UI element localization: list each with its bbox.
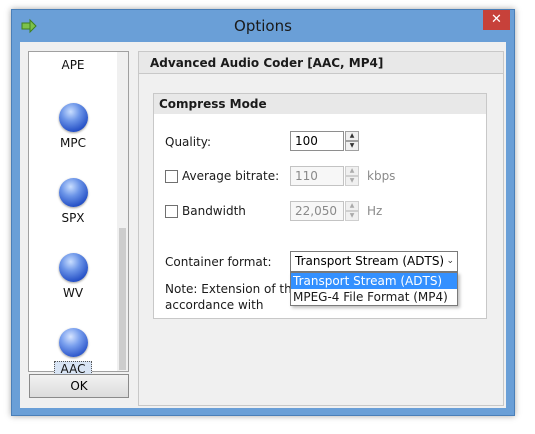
format-label: MPC <box>60 136 86 150</box>
blue-orb-icon <box>58 253 88 282</box>
format-label: APE <box>61 58 85 72</box>
format-list[interactable]: APE MPC SPX WV AAC <box>28 51 129 377</box>
selected-value: Transport Stream (ADTS) <box>295 254 445 268</box>
bandwidth-input[interactable]: 22,050 <box>290 201 344 221</box>
spin-down-icon[interactable]: ▼ <box>345 141 359 151</box>
format-item-mpc[interactable]: MPC <box>29 103 117 150</box>
panel-header: Advanced Audio Coder [AAC, MP4] <box>139 52 503 74</box>
bandwidth-checkbox[interactable] <box>165 205 178 218</box>
title-bar[interactable]: Options ✕ <box>12 10 514 42</box>
extension-note: Note: Extension of the accordance with s… <box>165 282 299 315</box>
bandwidth-spinner[interactable]: ▲ ▼ <box>345 201 359 221</box>
container-format-dropdown[interactable]: Transport Stream (ADTS) MPEG-4 File Form… <box>290 272 458 306</box>
close-button[interactable]: ✕ <box>483 10 510 30</box>
format-item-ape[interactable]: APE <box>29 58 117 72</box>
hz-unit: Hz <box>367 204 383 218</box>
blue-orb-icon <box>58 103 88 132</box>
average-bitrate-label: Average bitrate: <box>182 169 280 183</box>
scrollbar-thumb[interactable] <box>119 228 126 370</box>
dropdown-option[interactable]: MPEG-4 File Format (MP4) <box>291 289 457 305</box>
ok-button[interactable]: OK <box>29 374 129 398</box>
average-bitrate-spinner[interactable]: ▲ ▼ <box>345 166 359 186</box>
container-format-label: Container format: <box>165 255 272 269</box>
quality-label: Quality: <box>165 135 212 149</box>
settings-panel: Advanced Audio Coder [AAC, MP4] Compress… <box>138 51 504 406</box>
options-window: Options ✕ APE MPC SPX WV AAC OK Advanced… <box>11 9 515 416</box>
format-item-aac[interactable]: AAC <box>29 328 117 377</box>
spin-down-icon[interactable]: ▼ <box>345 211 359 221</box>
blue-orb-icon <box>58 328 88 357</box>
container-format-select[interactable]: Transport Stream (ADTS) ⌄ <box>290 251 458 272</box>
blue-orb-icon <box>58 178 88 207</box>
group-title: Compress Mode <box>154 94 486 114</box>
format-item-spx[interactable]: SPX <box>29 178 117 225</box>
kbps-unit: kbps <box>367 169 396 183</box>
dropdown-option[interactable]: Transport Stream (ADTS) <box>291 273 457 289</box>
average-bitrate-input[interactable]: 110 <box>290 166 344 186</box>
quality-spinner[interactable]: ▲ ▼ <box>345 131 359 151</box>
quality-input[interactable]: 100 <box>290 131 344 151</box>
chevron-down-icon[interactable]: ⌄ <box>446 252 454 271</box>
format-label: WV <box>62 286 84 300</box>
window-title: Options <box>234 17 292 35</box>
dialog-client-area: APE MPC SPX WV AAC OK Advanced Audio Cod… <box>20 42 506 408</box>
average-bitrate-checkbox[interactable] <box>165 170 178 183</box>
compress-mode-group: Compress Mode Quality: 100 ▲ ▼ Average b… <box>153 93 487 319</box>
spin-up-icon[interactable]: ▲ <box>345 201 359 211</box>
bandwidth-label: Bandwidth <box>182 204 246 218</box>
spin-up-icon[interactable]: ▲ <box>345 131 359 141</box>
format-item-wv[interactable]: WV <box>29 253 117 300</box>
spin-down-icon[interactable]: ▼ <box>345 176 359 186</box>
format-list-scrollbar[interactable] <box>117 52 128 371</box>
format-label: SPX <box>61 211 85 225</box>
spin-up-icon[interactable]: ▲ <box>345 166 359 176</box>
